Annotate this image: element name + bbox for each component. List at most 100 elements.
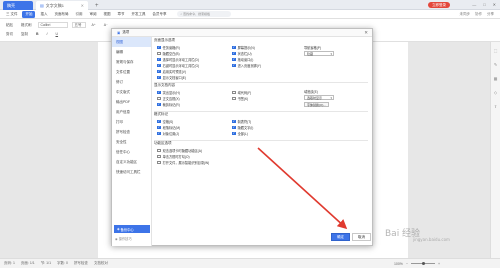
opt-click-box-check[interactable]: 单击方框时打勾(O)	[157, 154, 190, 159]
cut-button[interactable]: 剪切	[4, 31, 15, 37]
checkbox-icon[interactable]: ✓	[232, 52, 236, 56]
opt-float-toolbar-select[interactable]: ✓ 选择时显示浮动工具栏(D)	[157, 57, 199, 62]
checkbox-icon[interactable]: ✓	[157, 70, 161, 74]
opt-object-anchors[interactable]: ✓ 对象位置(J)	[157, 131, 179, 136]
grow-font-button[interactable]: A⁺	[90, 22, 98, 28]
app-tab[interactable]: 稿壳	[3, 1, 33, 10]
menu-file[interactable]: 三 文件	[4, 12, 19, 17]
checkbox-icon[interactable]	[232, 96, 236, 101]
checkbox-icon[interactable]: ✓	[232, 132, 236, 136]
opt-tab-chars[interactable]: ✓ 制表符(T)	[232, 119, 251, 124]
checkbox-icon[interactable]: ✓	[157, 120, 161, 124]
opt-task-pane[interactable]: ✓ 任务窗格(R)	[157, 45, 180, 50]
opt-spaces[interactable]: ✓ 空格(S)	[157, 119, 173, 124]
zoom-slider[interactable]	[410, 261, 435, 265]
font-name-select[interactable]: Calibri	[37, 22, 68, 28]
opt-crop-marks[interactable]: ✓ 裁剪标记(R)	[157, 102, 180, 107]
opt-field-codes[interactable]: 域代码(F)	[232, 90, 251, 95]
checkbox-icon[interactable]: ✓	[232, 58, 236, 62]
opt-drag-window[interactable]: ✓ 拖动窗口(I)	[232, 57, 253, 62]
dialog-close-icon[interactable]: ✕	[364, 30, 372, 36]
checkbox-icon[interactable]	[157, 51, 161, 56]
nav-print[interactable]: 打印	[112, 117, 151, 127]
underline-button[interactable]: U	[54, 31, 61, 37]
checkbox-icon[interactable]: ✓	[157, 46, 161, 50]
minimize-icon[interactable]: —	[472, 2, 476, 7]
checkbox-icon[interactable]: ✓	[157, 126, 161, 130]
checkbox-icon[interactable]	[157, 160, 161, 165]
checkbox-icon[interactable]: ✓	[157, 132, 161, 136]
login-button[interactable]: 立即登录	[428, 2, 450, 8]
rail-shape-icon[interactable]: ◇	[494, 90, 497, 95]
ok-button[interactable]: 确定	[331, 233, 350, 241]
menu-insert[interactable]: 插入	[38, 12, 49, 17]
document-tab[interactable]: ▤ 文字文稿1 ✕	[36, 1, 88, 10]
menu-page-layout[interactable]: 页面布局	[52, 12, 70, 17]
opt-status-bar[interactable]: ✓ 状态栏(U)	[232, 51, 252, 56]
copy-button[interactable]: 复制	[19, 31, 30, 37]
rail-select-icon[interactable]: ⬚	[494, 48, 498, 53]
opt-live-preview[interactable]: ✓ 启用实时预览(V)	[157, 69, 186, 74]
opt-hide-blank[interactable]: 隐藏空白(B)	[157, 51, 180, 56]
nav-edit[interactable]: 编辑	[112, 47, 151, 57]
field-shading-select[interactable]: 选取时显示 ▾	[304, 95, 334, 100]
menu-review[interactable]: 审阅	[87, 12, 98, 17]
close-window-icon[interactable]: ✕	[493, 2, 496, 7]
nav-quick-access[interactable]: 快速访问工具栏	[112, 167, 151, 177]
checkbox-icon[interactable]	[157, 96, 161, 101]
maximize-icon[interactable]: □	[483, 2, 485, 7]
collaborate-button[interactable]: 协作	[475, 12, 482, 17]
paste-button[interactable]: 粘贴	[4, 22, 15, 28]
status-proofread[interactable]: 文档校对	[94, 261, 108, 266]
opt-highlight[interactable]: ✓ 突出显示(H)	[157, 90, 180, 95]
checkbox-icon[interactable]: ✓	[157, 58, 161, 62]
nav-spell-check[interactable]: 拼写检查	[112, 127, 151, 137]
zoom-value[interactable]: 100%	[394, 262, 403, 266]
new-tab-button[interactable]: +	[91, 1, 99, 10]
sync-status[interactable]: 未同步	[460, 12, 471, 17]
nav-file-location[interactable]: 文件位置	[112, 67, 151, 77]
opt-header-footer[interactable]: ✓ 进入页眉页脚(Y)	[232, 63, 261, 68]
checkbox-icon[interactable]: ✓	[157, 103, 161, 107]
close-tab-icon[interactable]: ✕	[81, 3, 84, 8]
bold-button[interactable]: B	[34, 31, 41, 37]
opt-paragraph-marks[interactable]: ✓ 段落标记(M)	[157, 125, 180, 130]
zoom-in-icon[interactable]: +	[438, 262, 440, 266]
zoom-out-icon[interactable]: −	[406, 262, 408, 266]
opt-float-toolbar-right[interactable]: ✓ 右键时显示浮动工具栏(G)	[157, 63, 199, 68]
menu-developer[interactable]: 开发工具	[129, 12, 147, 17]
checkbox-icon[interactable]: ✓	[232, 64, 236, 68]
shrink-font-button[interactable]: A⁻	[102, 22, 110, 28]
menu-references[interactable]: 引用	[73, 12, 84, 17]
share-button[interactable]: 分享	[487, 12, 494, 17]
menu-home[interactable]: 开始	[22, 10, 36, 18]
checkbox-icon[interactable]: ✓	[232, 46, 236, 50]
rail-style-icon[interactable]: ✎	[494, 62, 497, 67]
nav-view[interactable]: 视图	[112, 37, 151, 47]
opt-screen-tips[interactable]: ✓ 屏幕提示(N)	[232, 45, 255, 50]
cancel-button[interactable]: 取消	[352, 233, 371, 241]
nav-trust-center[interactable]: 信任中心	[112, 147, 151, 157]
menu-member[interactable]: 会员专享	[150, 12, 168, 17]
opt-hidden-text[interactable]: ✓ 隐藏文字(I)	[232, 125, 253, 130]
tips-link[interactable]: ◉ 操作技巧	[115, 236, 132, 242]
zoom-slider-knob[interactable]	[421, 261, 425, 265]
nav-revision[interactable]: 修订	[112, 77, 151, 87]
command-search[interactable]: ⌕ 查找命令、搜索模板	[177, 11, 232, 17]
opt-doc-window[interactable]: ✓ 显示文档窗口(E)	[157, 75, 186, 80]
nav-export-pdf[interactable]: 输出PDF	[112, 97, 151, 107]
opt-show-all[interactable]: ✓ 全部(L)	[232, 131, 248, 136]
nav-customize-ribbon[interactable]: 自定义功能区	[112, 157, 151, 167]
checkbox-icon[interactable]	[157, 154, 161, 159]
rail-layout-icon[interactable]: ▦	[494, 76, 498, 81]
opt-smart-toc[interactable]: 打开文件，展示智能识别目录(W)	[157, 160, 209, 165]
backup-center-button[interactable]: ◈ 备份中心	[114, 225, 150, 233]
nav-security[interactable]: 安全性	[112, 137, 151, 147]
font-size-select[interactable]: 五号	[71, 22, 86, 28]
status-words[interactable]: 字数: 0	[57, 261, 68, 266]
checkbox-icon[interactable]: ✓	[232, 126, 236, 130]
checkbox-icon[interactable]: ✓	[157, 91, 161, 95]
rail-share-icon[interactable]: ⇪	[494, 104, 497, 109]
opt-text-border[interactable]: 正文边框(X)	[157, 96, 180, 101]
nav-user-info[interactable]: 用户信息	[112, 107, 151, 117]
